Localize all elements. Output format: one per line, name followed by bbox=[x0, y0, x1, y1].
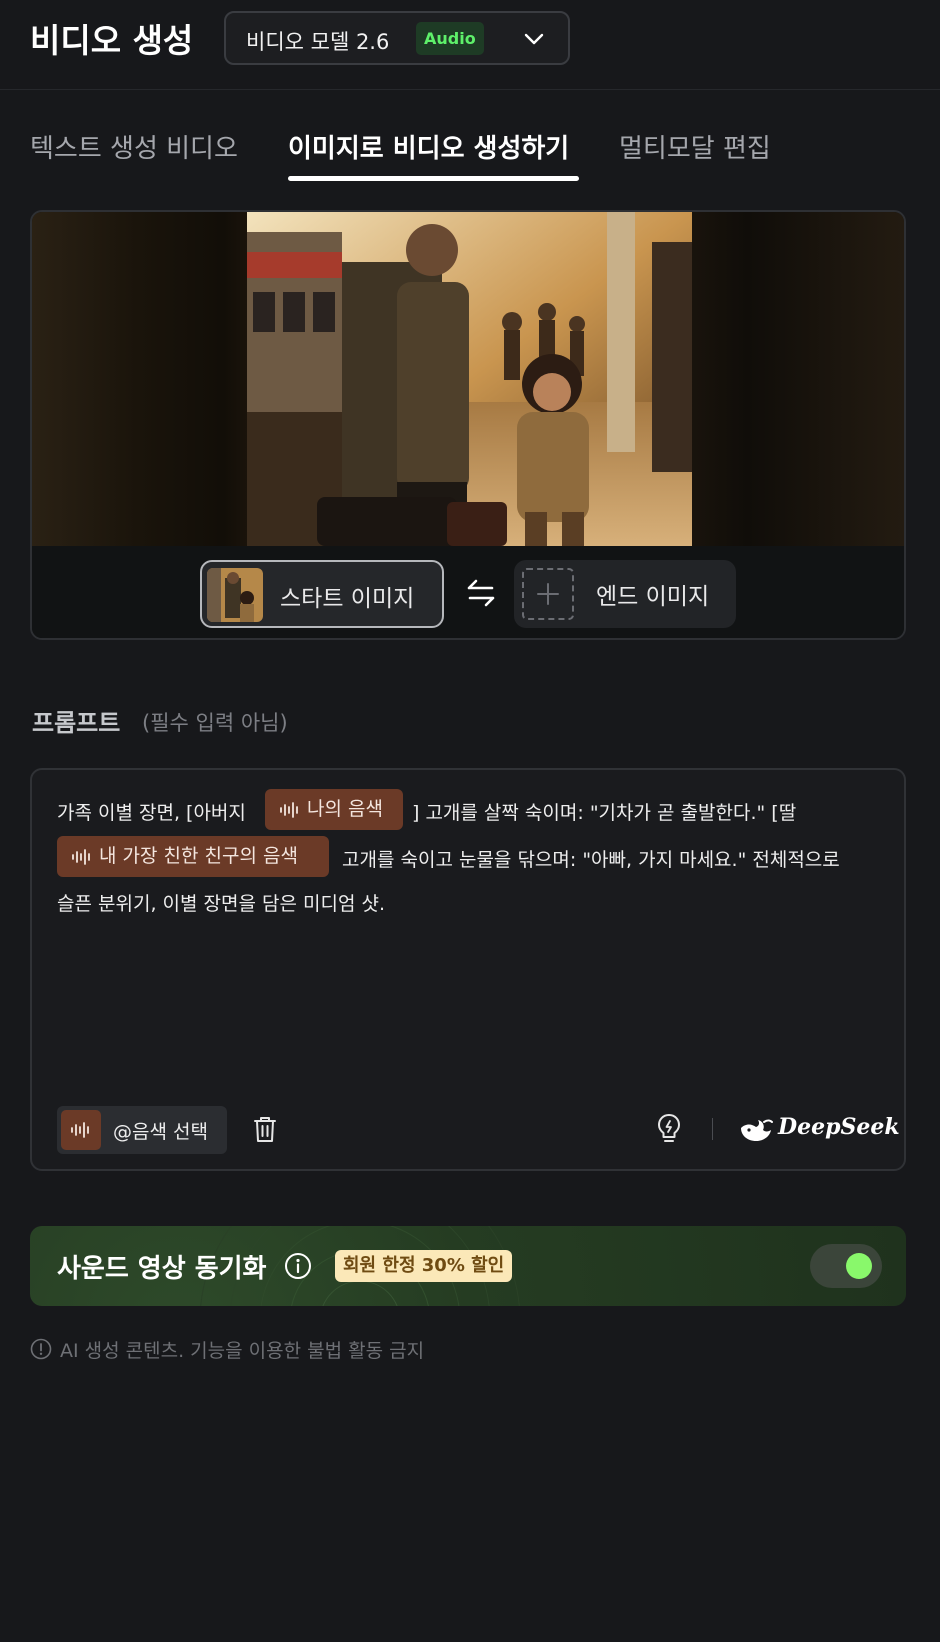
prompt-text-line-3: 슬픈 분위기, 이별 장면을 담은 미디엄 샷. bbox=[57, 893, 385, 915]
select-voice-label: @음색 선택 bbox=[113, 1121, 208, 1143]
page-title: 비디오 생성 bbox=[30, 21, 194, 60]
active-tab-indicator bbox=[288, 176, 579, 181]
prompt-text-line-1b: ] 고개를 살짝 숙이며: "기차가 곧 출발한다." [딸 bbox=[412, 802, 797, 824]
swap-icon[interactable] bbox=[464, 576, 498, 610]
voice-chip-best-friend[interactable]: 내 가장 친한 친구의 음색 bbox=[57, 836, 329, 877]
prompt-text-line-1a: 가족 이별 장면, [아버지 bbox=[57, 802, 246, 824]
header: 비디오 생성 비디오 모델 2.6 Audio bbox=[0, 0, 940, 90]
toolbar-divider bbox=[712, 1118, 713, 1140]
sound-sync-toggle[interactable] bbox=[810, 1244, 882, 1288]
deepseek-label: DeepSeek bbox=[778, 1114, 900, 1140]
model-select-label: 비디오 모델 2.6 bbox=[246, 30, 390, 54]
tab-multimodal-edit[interactable]: 멀티모달 편집 bbox=[619, 128, 771, 165]
toggle-knob bbox=[846, 1253, 872, 1279]
info-icon[interactable] bbox=[284, 1252, 312, 1280]
whale-icon bbox=[741, 1119, 773, 1141]
sound-sync-panel: 사운드 영상 동기화 회원 한정 30% 할인 bbox=[30, 1226, 906, 1306]
image-preview bbox=[32, 212, 904, 546]
lightbulb-icon[interactable] bbox=[654, 1112, 684, 1144]
audio-badge: Audio bbox=[416, 22, 484, 55]
prompt-editor[interactable]: 가족 이별 장면, [아버지 나의 음색 ] 고개를 살짝 숙이며: "기차가 … bbox=[30, 768, 906, 1171]
voice-icon-box bbox=[61, 1110, 101, 1150]
end-image-label: 엔드 이미지 bbox=[596, 584, 710, 610]
prompt-text-line-2: 고개를 숙이고 눈물을 닦으며: "아빠, 가지 마세요." 전체적으로 bbox=[342, 849, 840, 871]
waveform-icon bbox=[72, 849, 90, 865]
disclaimer: AI 생성 콘텐츠. 기능을 이용한 불법 활동 금지 bbox=[30, 1336, 630, 1364]
tab-text-to-video[interactable]: 텍스트 생성 비디오 bbox=[30, 128, 238, 165]
waveform-icon bbox=[71, 1122, 89, 1138]
end-image-button[interactable]: 엔드 이미지 bbox=[514, 560, 736, 628]
image-controls-bar: 스타트 이미지 엔드 이미지 bbox=[32, 546, 904, 638]
tab-image-to-video[interactable]: 이미지로 비디오 생성하기 bbox=[288, 128, 569, 165]
waveform-icon bbox=[280, 802, 298, 818]
plus-icon bbox=[537, 583, 559, 605]
voice-chip-my-voice[interactable]: 나의 음색 bbox=[265, 789, 403, 830]
deepseek-logo: DeepSeek bbox=[738, 1112, 900, 1146]
trash-icon[interactable] bbox=[250, 1113, 280, 1145]
image-upload-panel: 스타트 이미지 엔드 이미지 bbox=[30, 210, 906, 640]
video-generation-page: 비디오 생성 비디오 모델 2.6 Audio 텍스트 생성 비디오 이미지로 … bbox=[0, 0, 940, 1642]
chevron-down-icon bbox=[524, 33, 544, 45]
sound-sync-title: 사운드 영상 동기화 bbox=[57, 1254, 267, 1284]
select-voice-button[interactable]: @음색 선택 bbox=[57, 1106, 227, 1154]
start-image-button[interactable]: 스타트 이미지 bbox=[200, 560, 444, 628]
add-image-slot bbox=[522, 568, 574, 620]
model-select-dropdown[interactable]: 비디오 모델 2.6 Audio bbox=[224, 11, 570, 65]
start-image-thumbnail bbox=[207, 568, 263, 622]
prompt-heading: 프롬프트 bbox=[32, 709, 121, 737]
prompt-optional-note: (필수 입력 아님) bbox=[142, 711, 288, 735]
alert-circle-icon bbox=[30, 1338, 52, 1360]
start-image-label: 스타트 이미지 bbox=[280, 586, 415, 612]
start-image-preview bbox=[247, 212, 692, 546]
disclaimer-text: AI 생성 콘텐츠. 기능을 이용한 불법 활동 금지 bbox=[60, 1340, 425, 1362]
discount-badge: 회원 한정 30% 할인 bbox=[335, 1250, 513, 1282]
